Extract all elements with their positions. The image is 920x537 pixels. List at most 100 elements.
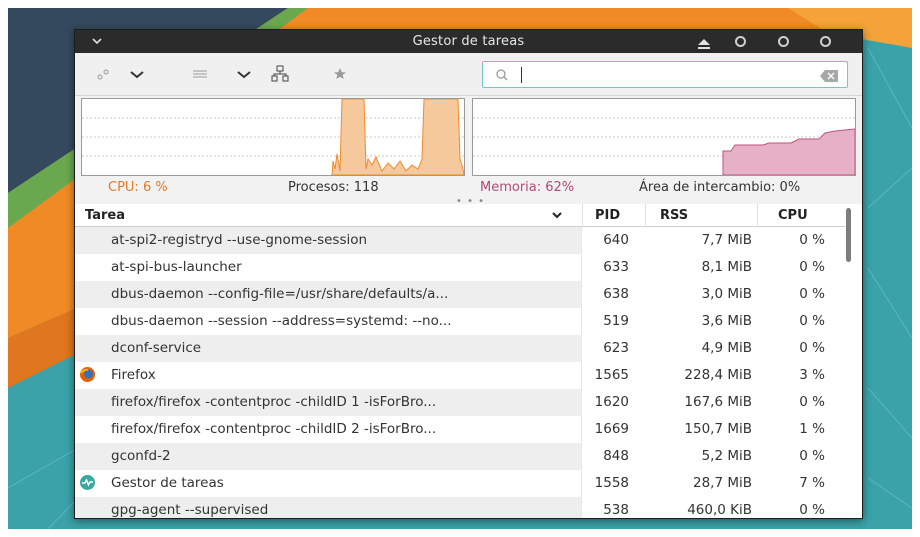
task-cell: Gestor de tareas — [75, 470, 582, 497]
task-name: dconf-service — [111, 340, 202, 356]
table-row[interactable]: Firefox 1565 228,4 MiB 3 % — [75, 362, 845, 389]
cell-rss: 4,9 MiB — [701, 340, 752, 356]
task-cell: gconfd-2 — [75, 443, 582, 470]
clear-search-icon[interactable] — [819, 68, 839, 87]
cpu-usage-label: CPU: 6 % — [108, 180, 168, 195]
network-tree-icon[interactable] — [270, 64, 290, 84]
memory-graph — [472, 98, 856, 176]
text-caret — [521, 67, 522, 83]
column-header-rss[interactable]: RSS — [660, 208, 688, 223]
table-row[interactable]: gpg-agent --supervised 538 460,0 KiB 0 % — [75, 497, 845, 518]
task-name: at-spi2-registryd --use-gnome-session — [111, 232, 368, 248]
task-name: Gestor de tareas — [111, 475, 224, 491]
cell-cpu: 7 % — [799, 475, 825, 491]
list-view-icon[interactable] — [190, 64, 210, 84]
cell-pid: 640 — [603, 232, 629, 248]
cell-rss: 460,0 KiB — [687, 502, 752, 518]
task-cell: Firefox — [75, 362, 582, 389]
task-name: gconfd-2 — [111, 448, 171, 464]
cell-cpu: 0 % — [799, 340, 825, 356]
table-body: at-spi2-registryd --use-gnome-session 640… — [75, 227, 845, 518]
cell-rss: 8,1 MiB — [701, 259, 752, 275]
cell-pid: 638 — [603, 286, 629, 302]
search-icon — [495, 67, 509, 86]
cell-pid: 1565 — [594, 367, 629, 383]
toolbar — [75, 53, 862, 96]
task-name: Firefox — [111, 367, 156, 383]
task-cell: firefox/firefox -contentproc -childID 1 … — [75, 389, 582, 416]
firefox-icon — [79, 366, 96, 383]
cell-pid: 848 — [603, 448, 629, 464]
table-row[interactable]: dconf-service 623 4,9 MiB 0 % — [75, 335, 845, 362]
table-row[interactable]: at-spi-bus-launcher 633 8,1 MiB 0 % — [75, 254, 845, 281]
memory-usage-label: Memoria: 62% — [480, 180, 575, 195]
column-header-task[interactable]: Tarea — [85, 208, 125, 223]
task-manager-window: Gestor de tareas CPU: 6 % Procesos: 118 … — [74, 29, 863, 519]
task-name: dbus-daemon --config-file=/usr/share/def… — [111, 286, 449, 302]
cell-rss: 228,4 MiB — [684, 367, 752, 383]
table-row[interactable]: firefox/firefox -contentproc -childID 1 … — [75, 389, 845, 416]
process-count-label: Procesos: 118 — [288, 180, 379, 195]
title-bar: Gestor de tareas — [75, 30, 862, 53]
table-row[interactable]: firefox/firefox -contentproc -childID 2 … — [75, 416, 845, 443]
task-name: dbus-daemon --session --address=systemd:… — [111, 313, 452, 329]
cell-rss: 3,6 MiB — [701, 313, 752, 329]
cell-pid: 519 — [603, 313, 629, 329]
cell-cpu: 0 % — [799, 232, 825, 248]
sort-chevron-down-icon[interactable] — [550, 208, 564, 226]
task-cell: firefox/firefox -contentproc -childID 2 … — [75, 416, 582, 443]
chevron-down-icon[interactable] — [234, 64, 254, 84]
cell-rss: 167,6 MiB — [684, 394, 752, 410]
cell-rss: 7,7 MiB — [701, 232, 752, 248]
table-row[interactable]: dbus-daemon --session --address=systemd:… — [75, 308, 845, 335]
task-cell: gpg-agent --supervised — [75, 497, 582, 518]
cell-cpu: 0 % — [799, 286, 825, 302]
cell-pid: 1669 — [594, 421, 629, 437]
task-cell: at-spi-bus-launcher — [75, 254, 582, 281]
table-row[interactable]: Gestor de tareas 1558 28,7 MiB 7 % — [75, 470, 845, 497]
cell-rss: 28,7 MiB — [692, 475, 752, 491]
swap-usage-label: Área de intercambio: 0% — [639, 180, 801, 195]
cell-cpu: 0 % — [799, 448, 825, 464]
task-cell: at-spi2-registryd --use-gnome-session — [75, 227, 582, 254]
cell-pid: 538 — [603, 502, 629, 518]
process-table: Tarea PID RSS CPU at-spi2-registryd --us… — [75, 204, 845, 518]
column-header-cpu[interactable]: CPU — [778, 208, 808, 223]
cell-cpu: 3 % — [799, 367, 825, 383]
task-cell: dconf-service — [75, 335, 582, 362]
close-button[interactable] — [820, 36, 831, 47]
cell-rss: 3,0 MiB — [701, 286, 752, 302]
table-row[interactable]: dbus-daemon --config-file=/usr/share/def… — [75, 281, 845, 308]
cell-pid: 1558 — [594, 475, 629, 491]
task-name: firefox/firefox -contentproc -childID 2 … — [111, 421, 437, 437]
cell-pid: 633 — [603, 259, 629, 275]
column-header-pid[interactable]: PID — [595, 208, 620, 223]
task-name: at-spi-bus-launcher — [111, 259, 242, 275]
resource-graphs: CPU: 6 % Procesos: 118 Memoria: 62% Área… — [75, 96, 862, 207]
cell-rss: 5,2 MiB — [701, 448, 752, 464]
cell-pid: 1620 — [594, 394, 629, 410]
star-icon[interactable] — [330, 64, 350, 84]
cell-pid: 623 — [603, 340, 629, 356]
cell-cpu: 0 % — [799, 394, 825, 410]
eject-icon[interactable] — [697, 35, 711, 54]
cpu-graph — [81, 98, 465, 176]
task-name: firefox/firefox -contentproc -childID 1 … — [111, 394, 437, 410]
cell-rss: 150,7 MiB — [684, 421, 752, 437]
table-row[interactable]: gconfd-2 848 5,2 MiB 0 % — [75, 443, 845, 470]
scrollbar-thumb[interactable] — [846, 208, 851, 262]
chevron-down-icon[interactable] — [127, 64, 147, 84]
table-header: Tarea PID RSS CPU — [75, 204, 845, 227]
cell-cpu: 1 % — [799, 421, 825, 437]
search-input[interactable] — [482, 61, 848, 88]
table-row[interactable]: at-spi2-registryd --use-gnome-session 640… — [75, 227, 845, 254]
task-cell: dbus-daemon --config-file=/usr/share/def… — [75, 281, 582, 308]
cell-cpu: 0 % — [799, 313, 825, 329]
minimize-button[interactable] — [735, 36, 746, 47]
task-name: gpg-agent --supervised — [111, 502, 269, 518]
cell-cpu: 0 % — [799, 259, 825, 275]
task-manager-icon — [79, 474, 96, 491]
process-tree-icon[interactable] — [95, 64, 115, 84]
task-cell: dbus-daemon --session --address=systemd:… — [75, 308, 582, 335]
maximize-button[interactable] — [778, 36, 789, 47]
